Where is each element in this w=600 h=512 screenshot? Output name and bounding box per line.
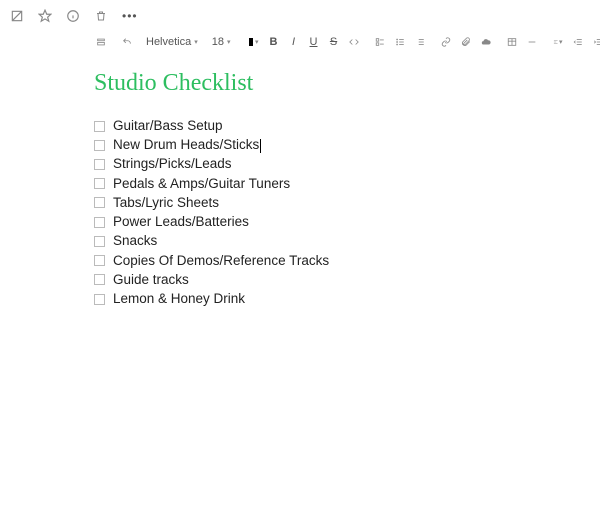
code-icon[interactable] [347,34,361,50]
checklist-item-label: Guitar/Bass Setup [113,117,223,135]
link-icon[interactable] [439,34,453,50]
note-content[interactable]: Studio Checklist Guitar/Bass SetupNew Dr… [0,56,600,329]
checklist-item[interactable]: Snacks [94,232,580,250]
checkbox[interactable] [94,255,105,266]
underline-button[interactable]: U [307,34,321,50]
chevron-down-icon: ▾ [194,38,198,46]
chevron-down-icon: ▾ [227,38,231,46]
bold-button[interactable]: B [267,34,281,50]
checklist-item[interactable]: Copies Of Demos/Reference Tracks [94,252,580,270]
checklist: Guitar/Bass SetupNew Drum Heads/SticksSt… [94,117,580,308]
checklist-item-label: Power Leads/Batteries [113,213,249,231]
attachment-icon[interactable] [459,34,473,50]
number-list-icon[interactable] [413,34,427,50]
align-icon[interactable]: ▾ [551,34,565,50]
font-size-picker[interactable]: 18 ▾ [212,36,231,48]
paragraph-style-icon[interactable] [94,34,108,50]
outdent-icon[interactable] [571,34,585,50]
checklist-item[interactable]: Pedals & Amps/Guitar Tuners [94,175,580,193]
italic-button[interactable]: I [287,34,301,50]
checklist-item[interactable]: Strings/Picks/Leads [94,155,580,173]
undo-icon[interactable] [120,34,134,50]
checklist-item-label: Lemon & Honey Drink [113,290,245,308]
checklist-item-label: Strings/Picks/Leads [113,155,232,173]
text-color-picker[interactable]: ▾ [247,34,261,50]
checkbox[interactable] [94,178,105,189]
checklist-item-label: Copies Of Demos/Reference Tracks [113,252,329,270]
checklist-item[interactable]: New Drum Heads/Sticks [94,136,580,154]
checklist-item[interactable]: Tabs/Lyric Sheets [94,194,580,212]
chevron-down-icon: ▾ [255,38,259,46]
checklist-item-label: Guide tracks [113,271,189,289]
expand-icon[interactable] [10,9,24,23]
checklist-item-label: Tabs/Lyric Sheets [113,194,219,212]
checklist-item-label: Snacks [113,232,157,250]
checkbox[interactable] [94,294,105,305]
divider-icon[interactable] [525,34,539,50]
checklist-item[interactable]: Guide tracks [94,271,580,289]
checklist-item-label: Pedals & Amps/Guitar Tuners [113,175,290,193]
format-toolbar: Helvetica ▾ 18 ▾ ▾ B I U S ▾ [86,28,600,56]
note-actions-bar: ••• [0,0,600,28]
star-icon[interactable] [38,9,52,23]
font-family-picker[interactable]: Helvetica ▾ [146,36,198,48]
checkbox[interactable] [94,121,105,132]
indent-icon[interactable] [591,34,600,50]
checkbox[interactable] [94,140,105,151]
table-icon[interactable] [505,34,519,50]
checklist-item[interactable]: Guitar/Bass Setup [94,117,580,135]
checklist-item[interactable]: Lemon & Honey Drink [94,290,580,308]
note-title[interactable]: Studio Checklist [94,70,580,97]
info-icon[interactable] [66,9,80,23]
checklist-icon[interactable] [373,34,387,50]
chevron-down-icon: ▾ [559,38,563,46]
more-actions-button[interactable]: ••• [122,9,138,23]
checklist-item[interactable]: Power Leads/Batteries [94,213,580,231]
bullet-list-icon[interactable] [393,34,407,50]
font-size-label: 18 [212,36,224,48]
cloud-icon[interactable] [479,34,493,50]
strike-button[interactable]: S [327,34,341,50]
trash-icon[interactable] [94,9,108,23]
checkbox[interactable] [94,197,105,208]
font-family-label: Helvetica [146,36,191,48]
checkbox[interactable] [94,159,105,170]
checklist-item-label: New Drum Heads/Sticks [113,136,261,154]
checkbox[interactable] [94,217,105,228]
checkbox[interactable] [94,236,105,247]
checkbox[interactable] [94,274,105,285]
